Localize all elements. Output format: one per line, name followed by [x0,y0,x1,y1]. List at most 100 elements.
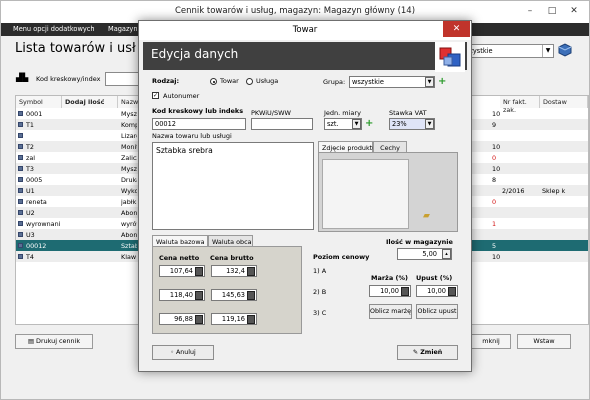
calculator-icon[interactable] [401,287,409,296]
tab-base-currency[interactable]: Waluta bazowa [152,235,208,246]
filter-icon[interactable] [557,43,573,57]
margin-field[interactable]: 10,00 [369,285,411,297]
table-cell [542,119,582,130]
barcode-label: Kod kreskowy/index [36,75,101,83]
table-cell: 1 [492,219,497,228]
tab-product-photo[interactable]: Zdjęcie produktu [318,141,376,152]
pkwiu-field[interactable] [251,118,313,130]
minimize-icon[interactable]: – [521,4,539,18]
save-label: Zmień [420,349,443,356]
table-cell [542,229,582,240]
table-cell [502,240,538,251]
menu-item-magazyn[interactable]: Magazyn [108,25,138,33]
table-cell: Klaw [121,252,137,261]
group-select-value: wszystkie [352,78,384,86]
cancel-label: Anuluj [175,349,196,356]
table-cell [542,240,582,251]
table-cell: 0 [492,153,497,162]
column-header-add-qty[interactable]: Dodaj ilość [62,96,118,108]
gross-price-field[interactable]: 119,16 [211,313,257,325]
type-label: Rodzaj: [152,77,180,85]
page-title: Lista towarów i usł [15,41,136,56]
table-cell [502,108,538,119]
add-unit-icon[interactable]: + [365,119,376,129]
group-filter-select[interactable]: szystkie ▼ [462,44,554,58]
menu-item-additional-options[interactable]: Menu opcji dodatkowych [13,25,95,33]
calculator-icon[interactable] [195,315,203,324]
save-button[interactable]: ✎ Zmień [397,345,458,360]
calculator-icon[interactable] [448,287,456,296]
row-type-icon [18,254,23,259]
gross-price-value: 119,16 [221,315,245,323]
dialog-close-button[interactable]: ✕ [443,21,470,37]
table-cell [502,130,538,141]
column-header-invoice[interactable]: Nr fakt. zak. [500,96,540,114]
product-edit-dialog: Towar ✕ Edycja danych Rodzaj: Towar Usłu… [138,20,472,372]
row-type-icon [18,166,23,171]
group-select[interactable]: wszystkie ▼ [349,76,435,88]
autonumber-checkbox[interactable]: ✓ [152,92,159,99]
table-cell: U2 [26,208,35,217]
price-level-label: Poziom cenowy [313,253,370,261]
autonumber-label: Autonumer [163,92,200,100]
table-cell: Mysz [121,109,137,118]
price-level-a: 1) A [313,267,327,275]
table-cell: 10 [492,142,501,151]
net-price-field[interactable]: 96,88 [159,313,205,325]
print-pricelist-button[interactable]: ▤ Drukuj cennik [15,334,93,349]
type-radio-usluga[interactable] [246,78,253,85]
unit-select[interactable]: szt. ▼ [324,118,362,130]
row-type-icon [18,210,23,215]
table-cell [542,218,582,229]
barcode-field[interactable]: 00012 [152,118,246,130]
cancel-button[interactable]: ◦ Anuluj [152,345,214,360]
gross-price-field[interactable]: 132,4 [211,265,257,277]
maximize-icon[interactable]: □ [543,4,561,18]
stock-field[interactable]: 5,00 ▴ [397,248,452,260]
discount-label: Upust (%) [416,274,453,282]
photo-preview[interactable] [322,159,409,229]
table-cell: T1 [26,120,34,129]
dialog-titlebar[interactable]: Towar ✕ [139,21,471,40]
calc-margin-button[interactable]: Oblicz marżę [369,304,412,319]
close-icon[interactable]: ✕ [565,4,583,18]
tab-foreign-currency[interactable]: Waluta obca [208,235,253,246]
close-list-button[interactable]: mknij [471,334,511,349]
net-price-value: 96,88 [174,315,193,323]
calculator-icon[interactable] [195,291,203,300]
table-cell: Sklep k [542,186,566,195]
tab-features[interactable]: Cechy [373,141,407,152]
row-type-icon [18,243,23,248]
main-window-title: Cennik towarów i usług, magazyn: Magazyn… [174,6,416,16]
stepper-icon[interactable]: ▴ [442,249,451,259]
net-price-value: 107,64 [169,267,193,275]
price-level-b: 2) B [313,288,327,296]
table-cell: 0001 [26,109,43,118]
insert-button[interactable]: Wstaw [517,334,571,349]
table-cell [502,141,538,152]
table-cell: jabłk [121,197,137,206]
calculator-icon[interactable] [195,267,203,276]
printer-icon: ▤ [27,337,37,345]
column-header-symbol[interactable]: Symbol [16,96,62,108]
folder-icon[interactable]: ▰ [423,211,439,223]
type-radio-towar[interactable] [210,78,217,85]
calculator-icon[interactable] [247,291,255,300]
table-cell: 8 [492,175,497,184]
product-name-textarea[interactable]: Sztabka srebra [152,142,314,230]
vat-select[interactable]: 23% ▼ [389,118,435,130]
discount-field[interactable]: 10,00 [416,285,458,297]
net-price-field[interactable]: 118,40 [159,289,205,301]
table-cell [542,130,582,141]
add-group-icon[interactable]: + [438,77,449,87]
gross-price-field[interactable]: 145,63 [211,289,257,301]
net-price-field[interactable]: 107,64 [159,265,205,277]
calculator-icon[interactable] [247,267,255,276]
calc-discount-button[interactable]: Oblicz upust [416,304,458,319]
calculator-icon[interactable] [247,315,255,324]
row-type-icon [18,144,23,149]
pkwiu-label: PKWiU/SWW [251,109,291,117]
row-type-icon [18,133,23,138]
stock-value: 5,00 [422,250,437,258]
column-header-supplier[interactable]: Dostaw [540,96,588,108]
